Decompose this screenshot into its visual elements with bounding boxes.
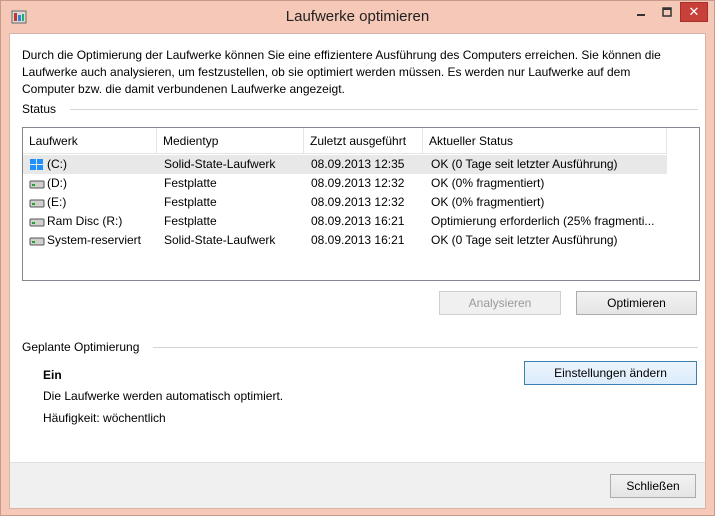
close-window-button[interactable]: ✕ <box>680 2 708 22</box>
column-header-media[interactable]: Medientyp <box>157 128 304 154</box>
drive-last-run: 08.09.2013 12:32 <box>311 176 405 190</box>
drive-status: OK (0% fragmentiert) <box>431 195 545 209</box>
drive-name: System-reserviert <box>47 233 142 247</box>
hard-disk-icon <box>29 237 45 246</box>
intro-text: Durch die Optimierung der Laufwerke könn… <box>22 48 661 96</box>
drive-status: Optimierung erforderlich (25% fragmenti.… <box>431 214 655 228</box>
drive-media: Solid-State-Laufwerk <box>164 157 276 171</box>
drive-media: Festplatte <box>164 176 217 190</box>
drive-name: (E:) <box>47 195 67 209</box>
drive-last-run: 08.09.2013 16:21 <box>311 214 405 228</box>
scheduled-divider <box>153 347 698 348</box>
hard-disk-icon <box>29 199 45 208</box>
drive-list[interactable]: Laufwerk Medientyp Zuletzt ausgeführt Ak… <box>22 127 700 281</box>
title-bar[interactable]: Laufwerke optimieren ✕ <box>1 1 714 33</box>
column-header-drive[interactable]: Laufwerk <box>23 128 157 154</box>
schedule-description: Die Laufwerke werden automatisch optimie… <box>43 389 284 403</box>
drive-status: OK (0% fragmentiert) <box>431 176 545 190</box>
drive-status: OK (0 Tage seit letzter Ausführung) <box>431 233 618 247</box>
drive-row-e[interactable]: (E:) Festplatte 08.09.2013 12:32 OK (0% … <box>23 193 667 212</box>
column-header-status[interactable]: Aktueller Status <box>423 128 667 154</box>
drive-media: Festplatte <box>164 214 217 228</box>
close-button[interactable]: Schließen <box>610 474 696 498</box>
minimize-icon <box>636 14 645 16</box>
scheduled-section-label: Geplante Optimierung <box>22 340 140 354</box>
window-title: Laufwerke optimieren <box>285 8 430 25</box>
drive-last-run: 08.09.2013 12:35 <box>311 157 405 171</box>
status-divider <box>70 109 698 110</box>
status-section-label: Status <box>22 102 57 116</box>
minimize-button[interactable] <box>627 2 654 22</box>
hard-disk-icon <box>29 180 45 189</box>
maximize-icon <box>662 7 672 17</box>
analyze-button[interactable]: Analysieren <box>439 291 561 315</box>
drive-name: (D:) <box>47 176 67 190</box>
drive-status: OK (0 Tage seit letzter Ausführung) <box>431 157 618 171</box>
drive-name: (C:) <box>47 157 67 171</box>
dialog-footer: Schließen <box>10 462 705 508</box>
change-settings-button[interactable]: Einstellungen ändern <box>524 361 697 385</box>
column-header-last-run[interactable]: Zuletzt ausgeführt <box>304 128 423 154</box>
drive-last-run: 08.09.2013 12:32 <box>311 195 405 209</box>
schedule-frequency: Häufigkeit: wöchentlich <box>43 411 166 425</box>
maximize-button[interactable] <box>654 2 680 22</box>
drive-last-run: 08.09.2013 16:21 <box>311 233 405 247</box>
drive-media: Festplatte <box>164 195 217 209</box>
windows-drive-icon <box>30 159 43 170</box>
schedule-state: Ein <box>43 368 62 382</box>
hard-disk-icon <box>29 218 45 227</box>
drive-row-r[interactable]: Ram Disc (R:) Festplatte 08.09.2013 16:2… <box>23 212 667 231</box>
window-content: Durch die Optimierung der Laufwerke könn… <box>9 33 706 509</box>
drive-media: Solid-State-Laufwerk <box>164 233 276 247</box>
drive-name: Ram Disc (R:) <box>47 214 123 228</box>
drive-row-c[interactable]: (C:) Solid-State-Laufwerk 08.09.2013 12:… <box>23 155 667 174</box>
drive-row-d[interactable]: (D:) Festplatte 08.09.2013 12:32 OK (0% … <box>23 174 667 193</box>
drive-list-header: Laufwerk Medientyp Zuletzt ausgeführt Ak… <box>23 128 667 154</box>
drive-row-system-reserved[interactable]: System-reserviert Solid-State-Laufwerk 0… <box>23 231 667 250</box>
defrag-window: Laufwerke optimieren ✕ Durch die Optimie… <box>0 0 715 516</box>
optimize-button[interactable]: Optimieren <box>576 291 697 315</box>
close-icon: ✕ <box>688 4 700 19</box>
